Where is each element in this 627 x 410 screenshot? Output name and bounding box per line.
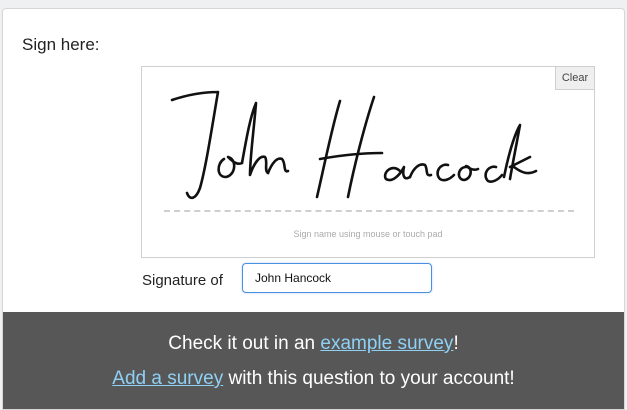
signature-pad[interactable]: Clear Sign name using mouse or touch pad — [141, 66, 595, 258]
signature-hint: Sign name using mouse or touch pad — [293, 229, 443, 239]
footer-line-1: Check it out in an example survey! — [3, 333, 624, 355]
example-survey-link[interactable]: example survey — [320, 333, 453, 354]
promo-footer: Check it out in an example survey! Add a… — [3, 312, 624, 409]
signature-drawing — [170, 90, 538, 200]
add-survey-link[interactable]: Add a survey — [112, 368, 223, 389]
footer-line2-suffix: with this question to your account! — [223, 368, 515, 389]
question-title: Sign here: — [22, 35, 100, 54]
signature-baseline — [164, 210, 574, 212]
footer-line1-suffix: ! — [453, 333, 459, 354]
signature-of-label: Signature of — [142, 272, 223, 289]
signature-name-input[interactable] — [242, 263, 432, 293]
survey-question-card: Sign here: Clear Sign name using mouse o… — [2, 8, 625, 410]
footer-line1-prefix: Check it out in an — [168, 333, 321, 354]
clear-button[interactable]: Clear — [555, 67, 594, 90]
footer-line-2: Add a survey with this question to your … — [3, 368, 624, 390]
